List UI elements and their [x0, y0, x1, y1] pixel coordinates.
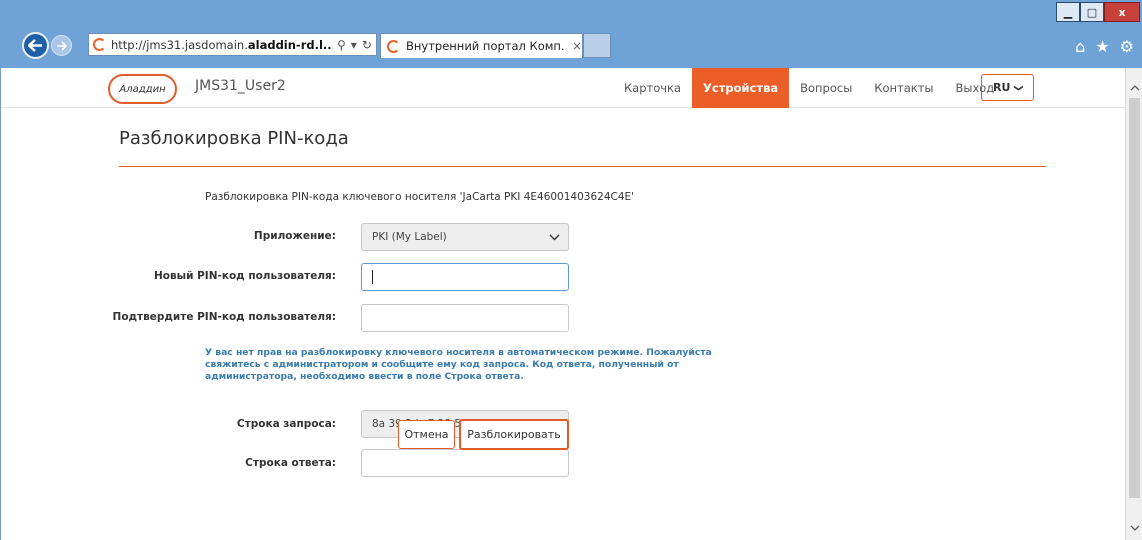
- tab-title: Внутренний портал Комп...: [406, 39, 566, 53]
- language-select[interactable]: RU ❯: [981, 74, 1034, 101]
- home-icon[interactable]: ⌂: [1075, 37, 1085, 56]
- unlock-button[interactable]: Разблокировать: [459, 419, 569, 450]
- main-nav: Карточка Устройства Вопросы Контакты Вых…: [613, 68, 1005, 108]
- browser-toolbar-icons: ⌂ ★ ⚙: [1075, 37, 1134, 56]
- cancel-button[interactable]: Отмена: [398, 420, 455, 449]
- app-select[interactable]: PKI (My Label): [361, 223, 569, 251]
- page-viewport: Аладдин JMS31_User2 Карточка Устройства …: [0, 68, 1142, 540]
- search-icon[interactable]: ⚲: [337, 38, 346, 52]
- confirm-pin-label: Подтвердите PIN-код пользователя:: [112, 311, 336, 323]
- scroll-down-icon[interactable]: [1126, 520, 1142, 534]
- permission-notice: У вас нет прав на разблокировку ключевог…: [205, 347, 712, 382]
- browser-tab[interactable]: Внутренний портал Комп... ×: [380, 33, 583, 58]
- confirm-pin-field[interactable]: [361, 304, 569, 332]
- browser-chrome: ▁ □ x http://jms31.jasdomain.aladdin-rd.…: [0, 0, 1142, 68]
- chevron-down-icon: [549, 234, 560, 240]
- scrollbar-thumb[interactable]: [1129, 98, 1140, 498]
- new-tab-button[interactable]: [583, 33, 611, 58]
- site-header: Аладдин JMS31_User2 Карточка Устройства …: [1, 68, 1126, 108]
- close-window-button[interactable]: x: [1104, 2, 1140, 22]
- forward-button[interactable]: [51, 35, 72, 56]
- chevron-down-icon: ❯: [1013, 83, 1024, 92]
- app-select-value: PKI (My Label): [372, 231, 447, 243]
- window-controls: ▁ □ x: [1056, 2, 1140, 22]
- tab-close-icon[interactable]: ×: [572, 39, 582, 53]
- username: JMS31_User2: [195, 78, 286, 94]
- request-label: Строка запроса:: [236, 418, 336, 430]
- star-icon[interactable]: ★: [1095, 37, 1109, 56]
- maximize-button[interactable]: □: [1080, 2, 1104, 22]
- back-button[interactable]: [22, 32, 49, 59]
- vertical-scrollbar[interactable]: [1125, 68, 1142, 540]
- nav-item-devices[interactable]: Устройства: [692, 68, 790, 108]
- title-divider: [119, 166, 1046, 167]
- response-code-field[interactable]: [361, 449, 569, 477]
- arrow-right-icon: [57, 40, 67, 51]
- new-pin-field[interactable]: [361, 263, 569, 291]
- new-pin-label: Новый PIN-код пользователя:: [153, 270, 336, 282]
- gear-icon[interactable]: ⚙: [1120, 37, 1134, 56]
- url-domain: aladdin-rd.l...: [247, 37, 333, 52]
- address-actions: ⚲ ▾ ↻: [337, 38, 372, 52]
- app-label: Приложение:: [253, 230, 336, 242]
- response-label: Строка ответа:: [245, 457, 336, 469]
- url-prefix: http://jms31.jasdomain.: [111, 37, 248, 52]
- nav-item-contacts[interactable]: Контакты: [863, 68, 944, 108]
- arrow-left-icon: [28, 39, 42, 52]
- nav-item-questions[interactable]: Вопросы: [789, 68, 863, 108]
- loading-spinner-icon: [387, 39, 400, 53]
- page-title: Разблокировка PIN-кода: [119, 128, 349, 149]
- address-url: http://jms31.jasdomain.aladdin-rd.l...: [111, 38, 333, 52]
- scroll-up-icon[interactable]: [1126, 80, 1142, 94]
- loading-spinner-icon: [93, 38, 106, 51]
- page-subtitle: Разблокировка PIN-кода ключевого носител…: [205, 191, 635, 203]
- address-bar[interactable]: http://jms31.jasdomain.aladdin-rd.l... ⚲…: [88, 33, 377, 56]
- minimize-button[interactable]: ▁: [1056, 2, 1080, 22]
- nav-item-card[interactable]: Карточка: [613, 68, 692, 108]
- language-value: RU: [993, 81, 1011, 94]
- aladdin-logo[interactable]: Аладдин: [108, 74, 177, 104]
- chevron-down-icon[interactable]: ▾: [351, 38, 357, 52]
- refresh-icon[interactable]: ↻: [362, 38, 372, 52]
- text-caret: [372, 270, 373, 284]
